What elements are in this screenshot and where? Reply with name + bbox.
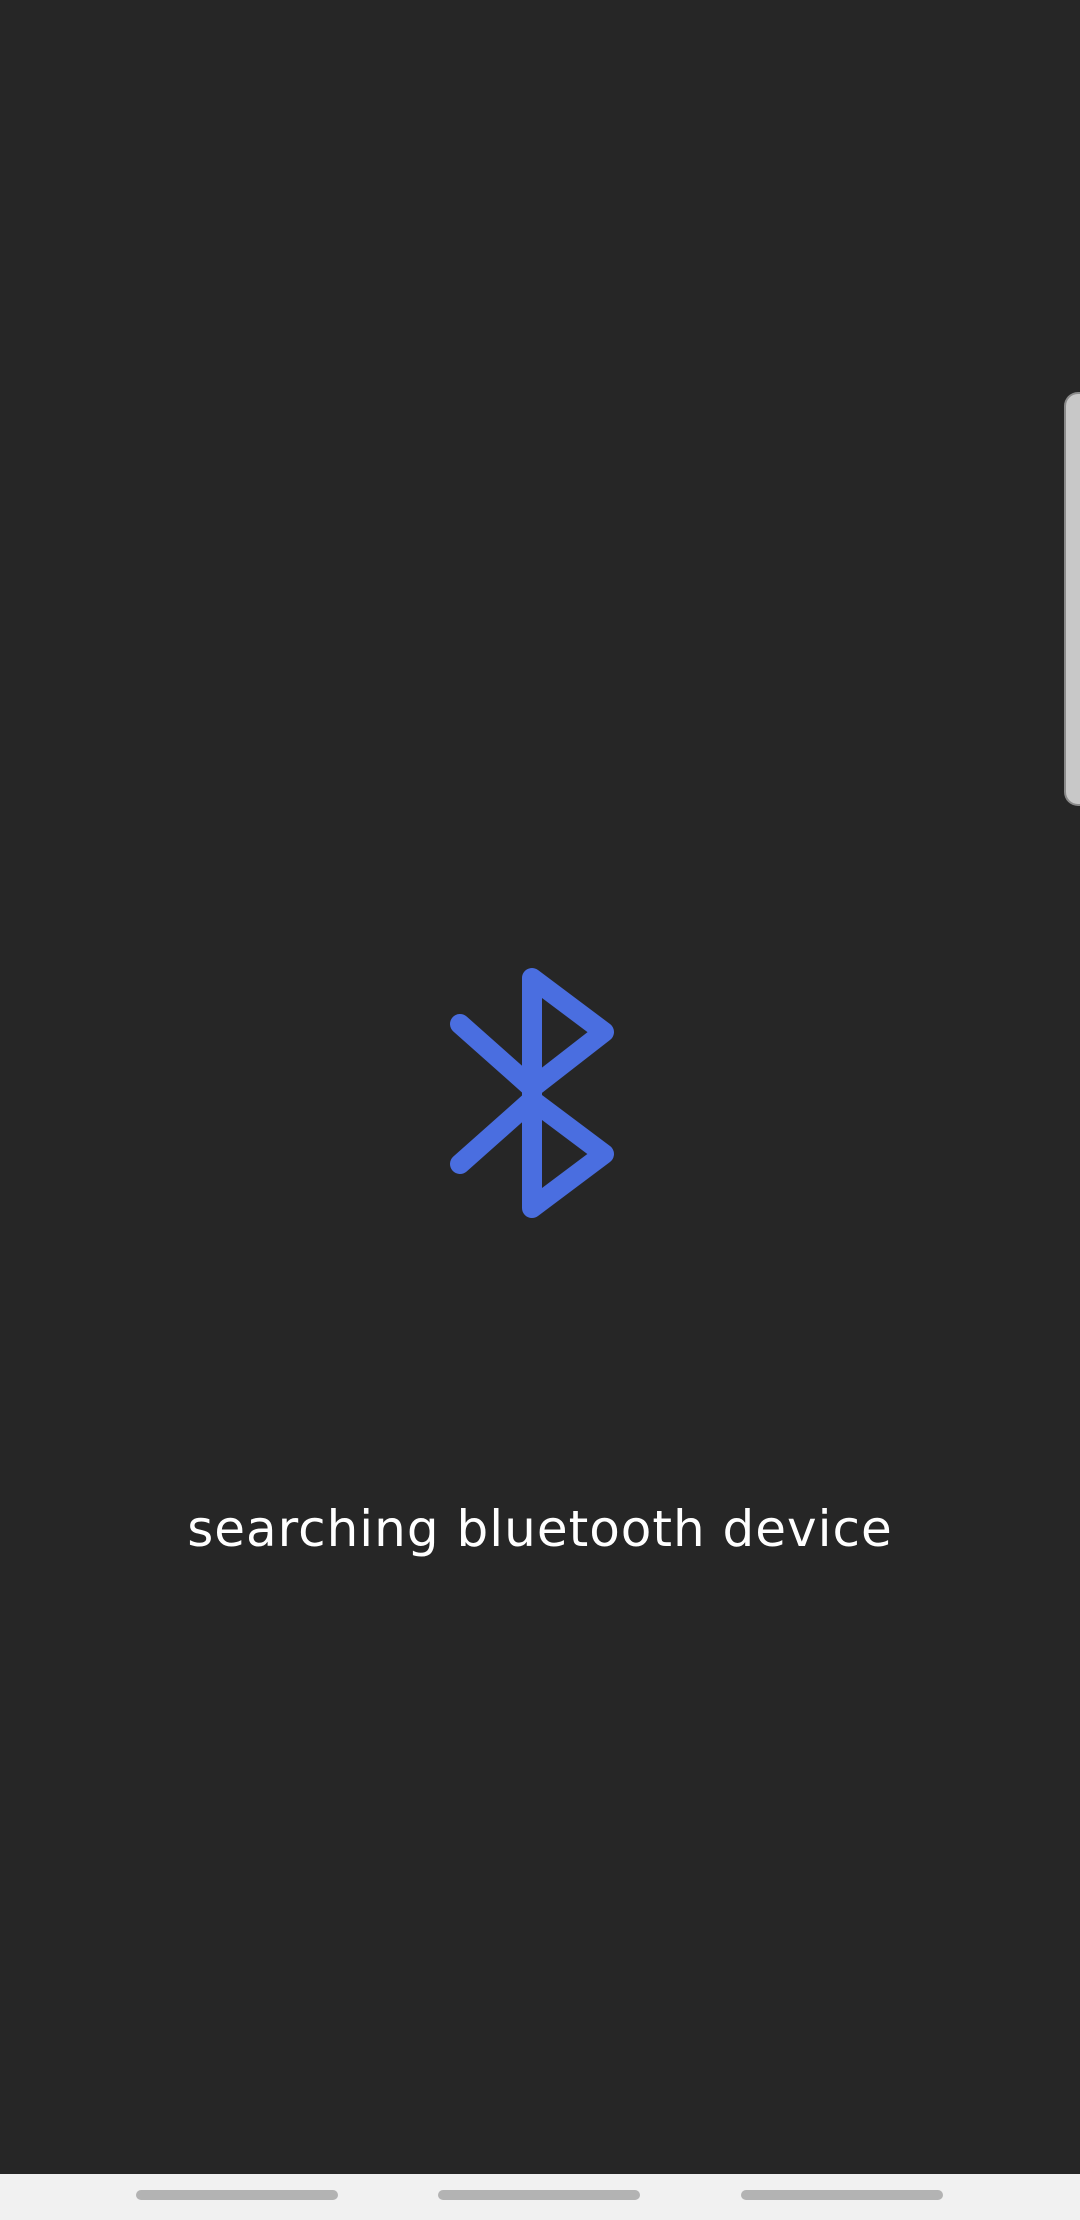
bottom-navigation-bar	[0, 2174, 1080, 2220]
status-text: searching bluetooth device	[187, 1500, 893, 1558]
bluetooth-search-screen: searching bluetooth device	[0, 0, 1080, 2220]
edge-panel-handle[interactable]	[1064, 392, 1080, 806]
bluetooth-icon	[450, 968, 614, 1218]
nav-pill-right[interactable]	[741, 2190, 943, 2200]
nav-pill-left[interactable]	[136, 2190, 338, 2200]
nav-pill-center[interactable]	[438, 2190, 640, 2200]
